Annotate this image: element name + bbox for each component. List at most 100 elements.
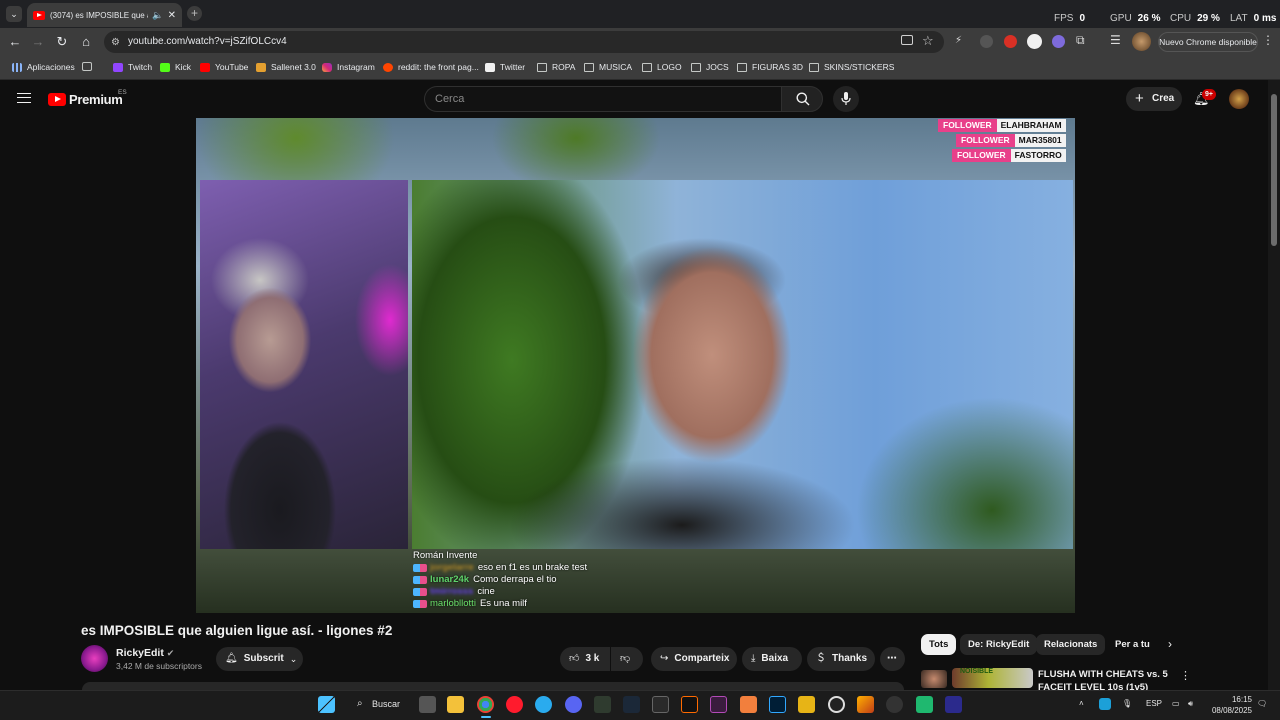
- app-icon-20[interactable]: [945, 696, 962, 713]
- input-language[interactable]: ESP: [1146, 699, 1162, 708]
- app-icon-17[interactable]: [857, 696, 874, 713]
- app-icon-8[interactable]: [594, 696, 611, 713]
- youtube-logo[interactable]: Premium: [48, 92, 123, 107]
- bookmark-instagram[interactable]: Instagram: [322, 62, 375, 72]
- microphone-icon: [841, 92, 851, 105]
- video-player[interactable]: FOLLOWER ELAHBRAHAM FOLLOWER MAR35801 FOLL…: [196, 118, 1075, 613]
- chip-related[interactable]: Relacionats: [1036, 634, 1106, 655]
- voice-search-button[interactable]: [833, 86, 859, 112]
- app-icon-11[interactable]: [681, 696, 698, 713]
- microphone-tray-icon[interactable]: 🎙︎: [1122, 699, 1132, 708]
- app-icon-12[interactable]: [710, 696, 727, 713]
- hamburger-menu-icon[interactable]: [17, 93, 31, 103]
- app-icon-19[interactable]: [916, 696, 933, 713]
- search-input[interactable]: [424, 86, 782, 112]
- forward-arrow-icon[interactable]: →: [30, 34, 46, 50]
- profile-avatar[interactable]: [1132, 32, 1151, 51]
- back-arrow-icon[interactable]: ←: [7, 34, 23, 50]
- channel-avatar[interactable]: [81, 645, 108, 672]
- file-explorer-icon[interactable]: [447, 696, 464, 713]
- chrome-update-button[interactable]: Nuevo Chrome disponible: [1158, 32, 1258, 52]
- like-button[interactable]: 👍︎ 3 k: [560, 647, 610, 671]
- thanks-button[interactable]: ＄ Thanks: [807, 647, 875, 671]
- dislike-button[interactable]: 👎︎: [611, 647, 643, 671]
- streamer-webcam: [200, 180, 408, 549]
- bookmark-folder-musica[interactable]: MUSICA: [584, 62, 632, 72]
- create-button[interactable]: + Crea: [1126, 87, 1182, 111]
- site-info-icon[interactable]: ⚙: [111, 37, 120, 48]
- subscribed-button[interactable]: 🔔︎ Subscrit ⌄: [216, 647, 303, 671]
- bookmark-star-icon[interactable]: ☆: [922, 33, 934, 49]
- bookmark-kick[interactable]: Kick: [160, 62, 191, 72]
- chrome-taskbar-icon[interactable]: [477, 696, 494, 713]
- notification-center-icon[interactable]: 🗨︎: [1257, 699, 1267, 708]
- extension-icon-4[interactable]: [1027, 34, 1042, 49]
- telegram-icon[interactable]: [535, 696, 552, 713]
- discord-icon[interactable]: [565, 696, 582, 713]
- browser-tab-active[interactable]: (3074) es IMPOSIBLE que al... 🔈 ✕: [27, 3, 182, 27]
- new-tab-button[interactable]: +: [187, 6, 202, 21]
- share-button[interactable]: ↪ Comparteix: [651, 647, 737, 671]
- follower-alert-name: ELAHBRAHAM: [996, 119, 1066, 132]
- create-label: Crea: [1152, 93, 1175, 104]
- bookmark-aplicaciones[interactable]: Aplicaciones: [12, 62, 75, 72]
- description-box[interactable]: [82, 682, 904, 690]
- bookmark-twitch[interactable]: Twitch: [113, 62, 152, 72]
- bookmark-folder-ropa[interactable]: ROPA: [537, 62, 575, 72]
- photoshop-icon[interactable]: [769, 696, 786, 713]
- bookmark-grid[interactable]: [82, 62, 97, 71]
- task-view-icon[interactable]: [419, 696, 436, 713]
- bookmark-folder-figuras[interactable]: FIGURAS 3D: [737, 62, 803, 72]
- clock[interactable]: 16:15 08/08/2025: [1206, 694, 1252, 716]
- chip-for-you[interactable]: Per a tu: [1107, 634, 1158, 655]
- close-tab-icon[interactable]: ✕: [168, 10, 176, 21]
- download-button[interactable]: ⤓ Baixa: [742, 647, 802, 671]
- thumbs-up-icon: 👍︎: [569, 653, 580, 664]
- account-avatar[interactable]: [1229, 89, 1249, 109]
- volume-icon[interactable]: 🔊︎: [1188, 699, 1193, 709]
- search-button[interactable]: [781, 86, 823, 112]
- windows-start-icon[interactable]: [318, 696, 335, 713]
- extension-icon-2[interactable]: [980, 35, 993, 48]
- rockstar-icon[interactable]: [798, 696, 815, 713]
- tab-search-button[interactable]: ⌄: [6, 6, 22, 22]
- bookmark-reddit[interactable]: reddit: the front pag...: [383, 62, 479, 72]
- bookmark-youtube[interactable]: YouTube: [200, 62, 248, 72]
- cast-icon[interactable]: [901, 35, 913, 45]
- recommended-title[interactable]: FLUSHA WITH CHEATS vs. 5: [1038, 669, 1168, 680]
- recommended-more-icon[interactable]: ⋮: [1180, 669, 1191, 682]
- chip-from-channel[interactable]: De: RickyEdit: [960, 634, 1038, 655]
- recommended-title-line-2[interactable]: FACEIT LEVEL 10s (1v5): [1038, 682, 1148, 690]
- channel-name[interactable]: RickyEdit ✔: [116, 647, 174, 659]
- opera-icon[interactable]: [506, 696, 523, 713]
- obs-icon[interactable]: [828, 696, 845, 713]
- chip-all[interactable]: Tots: [921, 634, 957, 655]
- extension-icon-5[interactable]: [1052, 35, 1065, 48]
- steam-icon[interactable]: [623, 696, 640, 713]
- tray-chevron-icon[interactable]: ˄: [1079, 699, 1084, 708]
- extension-icon-3[interactable]: [1004, 35, 1017, 48]
- extensions-puzzle-icon[interactable]: ⧉: [1076, 33, 1085, 48]
- tray-app-icon[interactable]: [1099, 698, 1111, 710]
- bookmark-folder-logo[interactable]: LOGO: [642, 62, 682, 72]
- app-icon-13[interactable]: [740, 696, 757, 713]
- more-actions-button[interactable]: ⋯: [880, 647, 905, 671]
- app-icon-18[interactable]: [886, 696, 903, 713]
- scrollbar-thumb[interactable]: [1271, 94, 1277, 246]
- home-icon[interactable]: ⌂: [78, 34, 94, 50]
- taskbar-search[interactable]: ⌕ Buscar: [348, 693, 406, 715]
- epic-games-icon[interactable]: [652, 696, 669, 713]
- chrome-menu-icon[interactable]: ⋮: [1262, 33, 1274, 47]
- audio-playing-icon[interactable]: 🔈: [152, 10, 163, 21]
- network-icon[interactable]: ▭: [1172, 699, 1180, 708]
- chips-next-chevron-icon[interactable]: ›: [1168, 637, 1172, 651]
- reload-icon[interactable]: ↻: [54, 34, 70, 50]
- reading-list-icon[interactable]: ☰: [1110, 33, 1121, 47]
- recommended-thumbnail[interactable]: NOISIBLE: [952, 668, 1033, 688]
- extension-icon-1[interactable]: ⚡: [955, 35, 968, 48]
- bookmark-sallenet[interactable]: Sallenet 3.0: [256, 62, 316, 72]
- bookmark-folder-skins[interactable]: SKINS/STICKERS: [809, 62, 894, 72]
- folder-icon: [737, 62, 747, 72]
- bookmark-folder-jocs[interactable]: JOCS: [691, 62, 729, 72]
- bookmark-twitter[interactable]: Twitter: [485, 62, 525, 72]
